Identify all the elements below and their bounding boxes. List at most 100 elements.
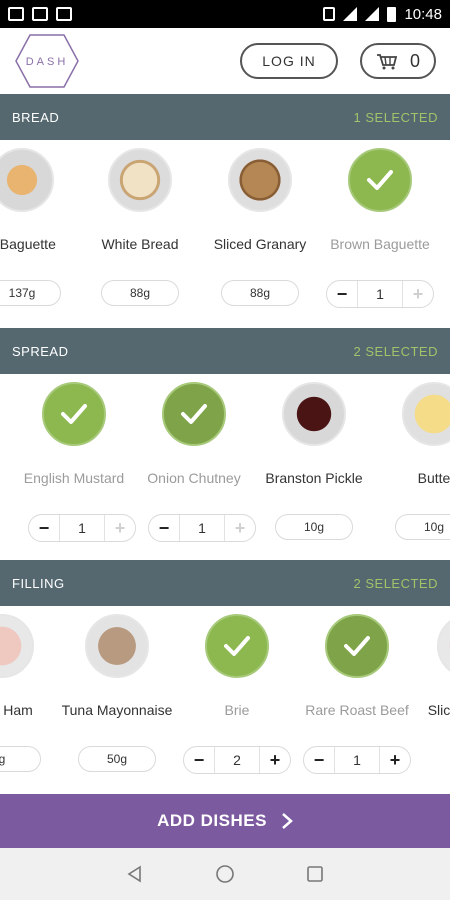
system-nav-bar [0, 848, 450, 900]
decrement-button[interactable]: − [29, 515, 59, 541]
selected-count: 2 SELECTED [353, 575, 438, 591]
product-card[interactable]: Slic [417, 606, 450, 794]
product-name: White Bread [101, 236, 179, 252]
quantity-stepper: − 1 + [148, 514, 256, 542]
product-name: Brown Baguette [330, 236, 430, 252]
product-card[interactable]: Butte 10g [374, 374, 450, 562]
product-image[interactable] [0, 148, 54, 212]
selected-count: 2 SELECTED [353, 343, 438, 359]
product-name: Slic [427, 702, 450, 718]
product-row-spread: English Mustard − 1 + Onion Chutney − 1 … [0, 374, 450, 562]
quantity-value: 1 [59, 515, 105, 541]
gmail-icon [8, 7, 24, 21]
product-image-selected[interactable] [162, 382, 226, 446]
product-card[interactable]: Tuna Mayonnaise 50g [57, 606, 177, 794]
product-card[interactable]: Brown Baguette − 1 + [320, 140, 440, 328]
product-image[interactable] [108, 148, 172, 212]
check-icon [344, 636, 370, 656]
quantity-stepper: − 1 + [326, 280, 434, 308]
product-card[interactable]: Rare Roast Beef − 1 + [297, 606, 417, 794]
increment-button[interactable]: + [225, 515, 255, 541]
decrement-button[interactable]: − [184, 747, 214, 773]
quantity-value: 1 [357, 281, 403, 307]
check-icon [224, 636, 250, 656]
product-image-selected[interactable] [348, 148, 412, 212]
product-card[interactable]: e Baguette 137g [0, 140, 82, 328]
increment-button[interactable]: + [260, 747, 290, 773]
product-image[interactable] [228, 148, 292, 212]
quantity-value: 1 [334, 747, 380, 773]
product-card[interactable]: Brie − 2 + [177, 606, 297, 794]
product-card[interactable]: White Bread 88g [80, 140, 200, 328]
quantity-stepper: − 2 + [183, 746, 291, 774]
product-name: English Mustard [23, 470, 125, 486]
product-image[interactable] [282, 382, 346, 446]
quantity-value: 1 [179, 515, 225, 541]
increment-button[interactable]: + [403, 281, 433, 307]
product-name: Brie [224, 702, 250, 718]
recents-icon[interactable] [305, 864, 325, 884]
quantity-stepper: − 1 + [28, 514, 136, 542]
product-image-selected[interactable] [205, 614, 269, 678]
product-image[interactable] [402, 382, 450, 446]
cart-count: 0 [409, 50, 420, 71]
logo[interactable]: DASH [14, 33, 80, 89]
cart-icon [376, 54, 398, 70]
increment-button[interactable]: + [105, 515, 135, 541]
increment-button[interactable]: + [380, 747, 410, 773]
product-name: Onion Chutney [147, 470, 241, 486]
app-header: DASH LOG IN 0 [0, 28, 450, 94]
selected-count: 1 SELECTED [353, 109, 438, 125]
product-image[interactable] [0, 614, 34, 678]
section-title: FILLING [12, 575, 65, 591]
product-image[interactable] [85, 614, 149, 678]
chart-icon [56, 7, 72, 21]
section-header-bread: BREAD 1 SELECTED [0, 94, 450, 140]
product-card[interactable]: English Mustard − 1 + [14, 374, 136, 562]
decrement-button[interactable]: − [149, 515, 179, 541]
weight-pill: 137g [0, 280, 61, 306]
battery-icon [387, 6, 397, 22]
decrement-button[interactable]: − [327, 281, 357, 307]
product-name: Butte [417, 470, 450, 486]
add-dishes-button[interactable]: ADD DISHES [0, 794, 450, 848]
product-card[interactable]: Ham g [0, 606, 62, 794]
check-icon [367, 170, 393, 190]
quantity-value: 2 [214, 747, 260, 773]
quantity-stepper: − 1 + [303, 746, 411, 774]
login-button[interactable]: LOG IN [240, 43, 338, 79]
weight-pill: 10g [395, 514, 450, 540]
home-icon[interactable] [215, 864, 235, 884]
section-header-filling: FILLING 2 SELECTED [0, 560, 450, 606]
check-icon [181, 404, 207, 424]
weight-pill: 88g [101, 280, 179, 306]
status-bar: 10:48 [0, 0, 450, 28]
product-name: Sliced Granary [213, 236, 307, 252]
chevron-right-icon [282, 813, 293, 829]
weight-pill: 88g [221, 280, 299, 306]
cart-button[interactable]: 0 [360, 43, 436, 79]
section-title: SPREAD [12, 343, 69, 359]
product-row-bread: e Baguette 137g White Bread 88g Sliced G… [0, 140, 450, 328]
product-image[interactable] [437, 614, 450, 678]
product-image-selected[interactable] [42, 382, 106, 446]
weight-pill: 10g [275, 514, 353, 540]
section-title: BREAD [12, 109, 60, 125]
weight-pill: g [0, 746, 41, 772]
image-icon [32, 7, 48, 21]
product-image-selected[interactable] [325, 614, 389, 678]
logo-text: DASH [25, 56, 69, 68]
product-card[interactable]: Branston Pickle 10g [254, 374, 374, 562]
signal-icon [365, 7, 380, 21]
product-card[interactable]: Onion Chutney − 1 + [134, 374, 256, 562]
product-card[interactable]: Sliced Granary 88g [200, 140, 320, 328]
vibrate-icon [323, 7, 336, 21]
section-header-spread: SPREAD 2 SELECTED [0, 328, 450, 374]
wifi-icon [343, 7, 358, 21]
product-name: Branston Pickle [265, 470, 363, 486]
decrement-button[interactable]: − [304, 747, 334, 773]
check-icon [61, 404, 87, 424]
weight-pill: 50g [78, 746, 156, 772]
product-name: Tuna Mayonnaise [61, 702, 173, 718]
back-icon[interactable] [125, 864, 145, 884]
